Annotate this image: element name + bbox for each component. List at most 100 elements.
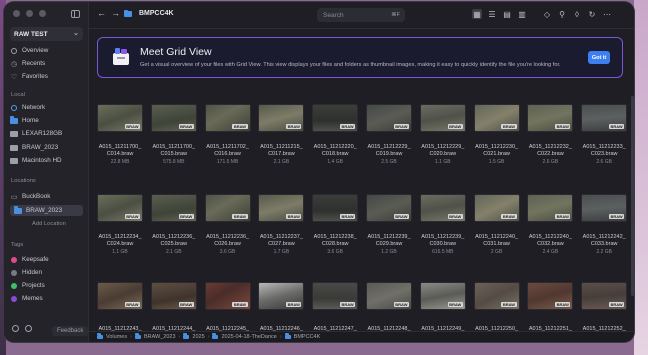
file-thumbnail[interactable]: BRAW <box>205 283 250 309</box>
file-item[interactable]: BRAW A015_11212239_ C029.braw 1.2 GB <box>363 195 415 255</box>
file-thumbnail[interactable]: BRAW <box>528 195 573 221</box>
tag-memes[interactable]: Memes <box>10 293 43 304</box>
settings-icon[interactable] <box>12 325 19 332</box>
file-thumbnail[interactable]: BRAW <box>528 105 573 131</box>
sidebar-item-braw2023-location[interactable]: BRAW_2023 <box>10 205 83 216</box>
file-item[interactable]: BRAW A015_11212229_ C019.braw 2.5 GB <box>363 105 415 165</box>
path-segment[interactable]: 2025 <box>192 334 204 340</box>
add-location-button[interactable]: Add Location <box>32 221 66 227</box>
sidebar-item-home[interactable]: Home <box>10 115 39 126</box>
path-segment[interactable]: 2025-04-18-TheDance <box>221 334 276 340</box>
zoom-button[interactable] <box>39 10 46 17</box>
file-thumbnail[interactable]: BRAW <box>367 105 411 131</box>
scrollbar[interactable] <box>631 96 634 296</box>
file-thumbnail[interactable]: BRAW <box>151 283 196 309</box>
list-view-icon[interactable]: ☰ <box>487 9 497 19</box>
tag-keepsafe[interactable]: Keepsafe <box>10 254 49 265</box>
path-segment[interactable]: Volumes <box>106 334 127 340</box>
search-input[interactable]: Search ⌘F <box>317 8 405 22</box>
minimize-button[interactable] <box>26 10 33 17</box>
sidebar-item-overview[interactable]: Overview <box>10 45 48 56</box>
library-selector[interactable]: RAW TEST ⌄ <box>10 27 83 41</box>
file-item[interactable]: BRAW A015_11212250_ <box>471 283 523 333</box>
file-item[interactable]: BRAW A015_11212251_ <box>524 283 576 333</box>
sidebar-item-lexar[interactable]: LEXAR128GB <box>10 128 62 139</box>
file-thumbnail[interactable]: BRAW <box>205 105 250 131</box>
tag-projects[interactable]: Projects <box>10 280 45 291</box>
tag-hidden[interactable]: Hidden <box>10 267 42 278</box>
column-view-icon[interactable]: ▥ <box>517 9 527 19</box>
file-item[interactable]: BRAW A015_11212230_ C021.braw 1.5 GB <box>471 105 523 165</box>
file-item[interactable]: BRAW A015_11212252_ <box>578 283 630 333</box>
refresh-icon[interactable]: ↻ <box>587 9 597 19</box>
file-thumbnail[interactable]: BRAW <box>474 105 519 131</box>
file-item[interactable]: BRAW A015_11212232_ C022.braw 2.6 GB <box>524 105 576 165</box>
file-thumbnail[interactable]: BRAW <box>420 105 465 131</box>
file-thumbnail[interactable]: BRAW <box>367 195 411 221</box>
file-item[interactable]: BRAW A015_11212233_ C023.braw 2.6 GB <box>578 105 630 165</box>
file-thumbnail[interactable]: BRAW <box>420 283 465 309</box>
file-item[interactable]: BRAW A015_11212245_ <box>202 283 254 333</box>
file-thumbnail[interactable]: BRAW <box>205 195 250 221</box>
file-thumbnail[interactable]: BRAW <box>474 195 519 221</box>
sidebar-item-braw2023-drive[interactable]: BRAW_2023 <box>10 142 58 153</box>
file-thumbnail[interactable]: BRAW <box>582 283 627 309</box>
file-thumbnail[interactable]: BRAW <box>313 105 358 131</box>
file-item[interactable]: BRAW A015_11211700_ C014.braw 22.8 MB <box>94 105 146 165</box>
file-item[interactable]: BRAW A015_11212243_ <box>94 283 146 333</box>
got-it-button[interactable]: Got it <box>588 51 610 64</box>
file-thumbnail[interactable]: BRAW <box>367 283 411 309</box>
file-item[interactable]: BRAW A015_11212238_ C028.braw 3.6 GB <box>309 195 361 255</box>
file-item[interactable]: BRAW A015_11212246_ <box>255 283 307 333</box>
file-thumbnail[interactable]: BRAW <box>528 283 573 309</box>
close-button[interactable] <box>13 10 20 17</box>
file-thumbnail[interactable]: BRAW <box>259 105 304 131</box>
file-item[interactable]: BRAW A015_11212242_ C033.braw 2.2 GB <box>578 195 630 255</box>
file-item[interactable]: BRAW A015_11212239_ C030.braw 616.5 MB <box>417 195 469 255</box>
file-thumbnail[interactable]: BRAW <box>151 195 196 221</box>
status-icon[interactable] <box>25 325 32 332</box>
file-thumbnail[interactable]: BRAW <box>98 105 142 131</box>
sidebar-item-recents[interactable]: ◷ Recents <box>10 58 45 69</box>
tag-icon[interactable]: ◊ <box>572 9 582 19</box>
file-item[interactable]: BRAW A015_11212240_ C031.braw 2 GB <box>471 195 523 255</box>
key-icon[interactable]: ⚲ <box>557 9 567 19</box>
file-item[interactable]: BRAW A015_11211215_ C017.braw 2.1 GB <box>255 105 307 165</box>
layers-icon[interactable]: ◇ <box>542 9 552 19</box>
file-item[interactable]: BRAW A015_11212237_ C027.braw 1.7 GB <box>255 195 307 255</box>
file-thumbnail[interactable]: BRAW <box>98 195 142 221</box>
file-thumbnail[interactable]: BRAW <box>420 195 465 221</box>
file-item[interactable]: BRAW A015_11212236_ C025.braw 2.1 GB <box>148 195 200 255</box>
file-thumbnail[interactable]: BRAW <box>582 105 627 131</box>
path-segment[interactable]: BMPCC4K <box>294 334 321 340</box>
file-item[interactable]: BRAW A015_11212234_ C024.braw 1.1 GB <box>94 195 146 255</box>
sidebar-item-network[interactable]: Network <box>10 102 45 113</box>
file-item[interactable]: BRAW A015_11212240_ C032.braw 2.4 GB <box>524 195 576 255</box>
file-thumbnail[interactable]: BRAW <box>259 283 304 309</box>
file-thumbnail[interactable]: BRAW <box>474 283 519 309</box>
file-item[interactable]: BRAW A015_11211702_ C016.braw 171.5 MB <box>202 105 254 165</box>
file-item[interactable]: BRAW A015_11212220_ C018.braw 1.4 GB <box>309 105 361 165</box>
grid-view-icon[interactable]: ▦ <box>472 9 482 19</box>
file-thumbnail[interactable]: BRAW <box>151 105 196 131</box>
sidebar-item-favorites[interactable]: ♡ Favorites <box>10 71 48 82</box>
back-arrow-icon[interactable]: ← <box>97 8 106 18</box>
path-segment[interactable]: BRAW_2023 <box>144 334 176 340</box>
file-item[interactable]: BRAW A015_11212244_ <box>148 283 200 333</box>
file-thumbnail[interactable]: BRAW <box>313 195 358 221</box>
file-item[interactable]: BRAW A015_11212247_ <box>309 283 361 333</box>
file-item[interactable]: BRAW A015_11212236_ C026.braw 3.6 GB <box>202 195 254 255</box>
file-thumbnail[interactable]: BRAW <box>98 283 142 309</box>
sidebar-toggle-icon[interactable] <box>71 10 80 18</box>
media-view-icon[interactable]: ▤ <box>502 9 512 19</box>
sidebar-item-macintosh-hd[interactable]: Macintosh HD <box>10 155 62 166</box>
file-thumbnail[interactable]: BRAW <box>313 283 358 309</box>
file-thumbnail[interactable]: BRAW <box>582 195 627 221</box>
file-item[interactable]: BRAW A015_11212248_ <box>363 283 415 333</box>
file-item[interactable]: BRAW A015_11211700_ C015.braw 575.8 MB <box>148 105 200 165</box>
sidebar-item-buckbook[interactable]: ▭ BuckBook <box>10 191 51 202</box>
file-item[interactable]: BRAW A015_11212229_ C020.braw 1.1 GB <box>417 105 469 165</box>
file-item[interactable]: BRAW A015_11212249_ <box>417 283 469 333</box>
file-thumbnail[interactable]: BRAW <box>259 195 304 221</box>
feedback-button[interactable]: Feedback <box>52 326 89 336</box>
